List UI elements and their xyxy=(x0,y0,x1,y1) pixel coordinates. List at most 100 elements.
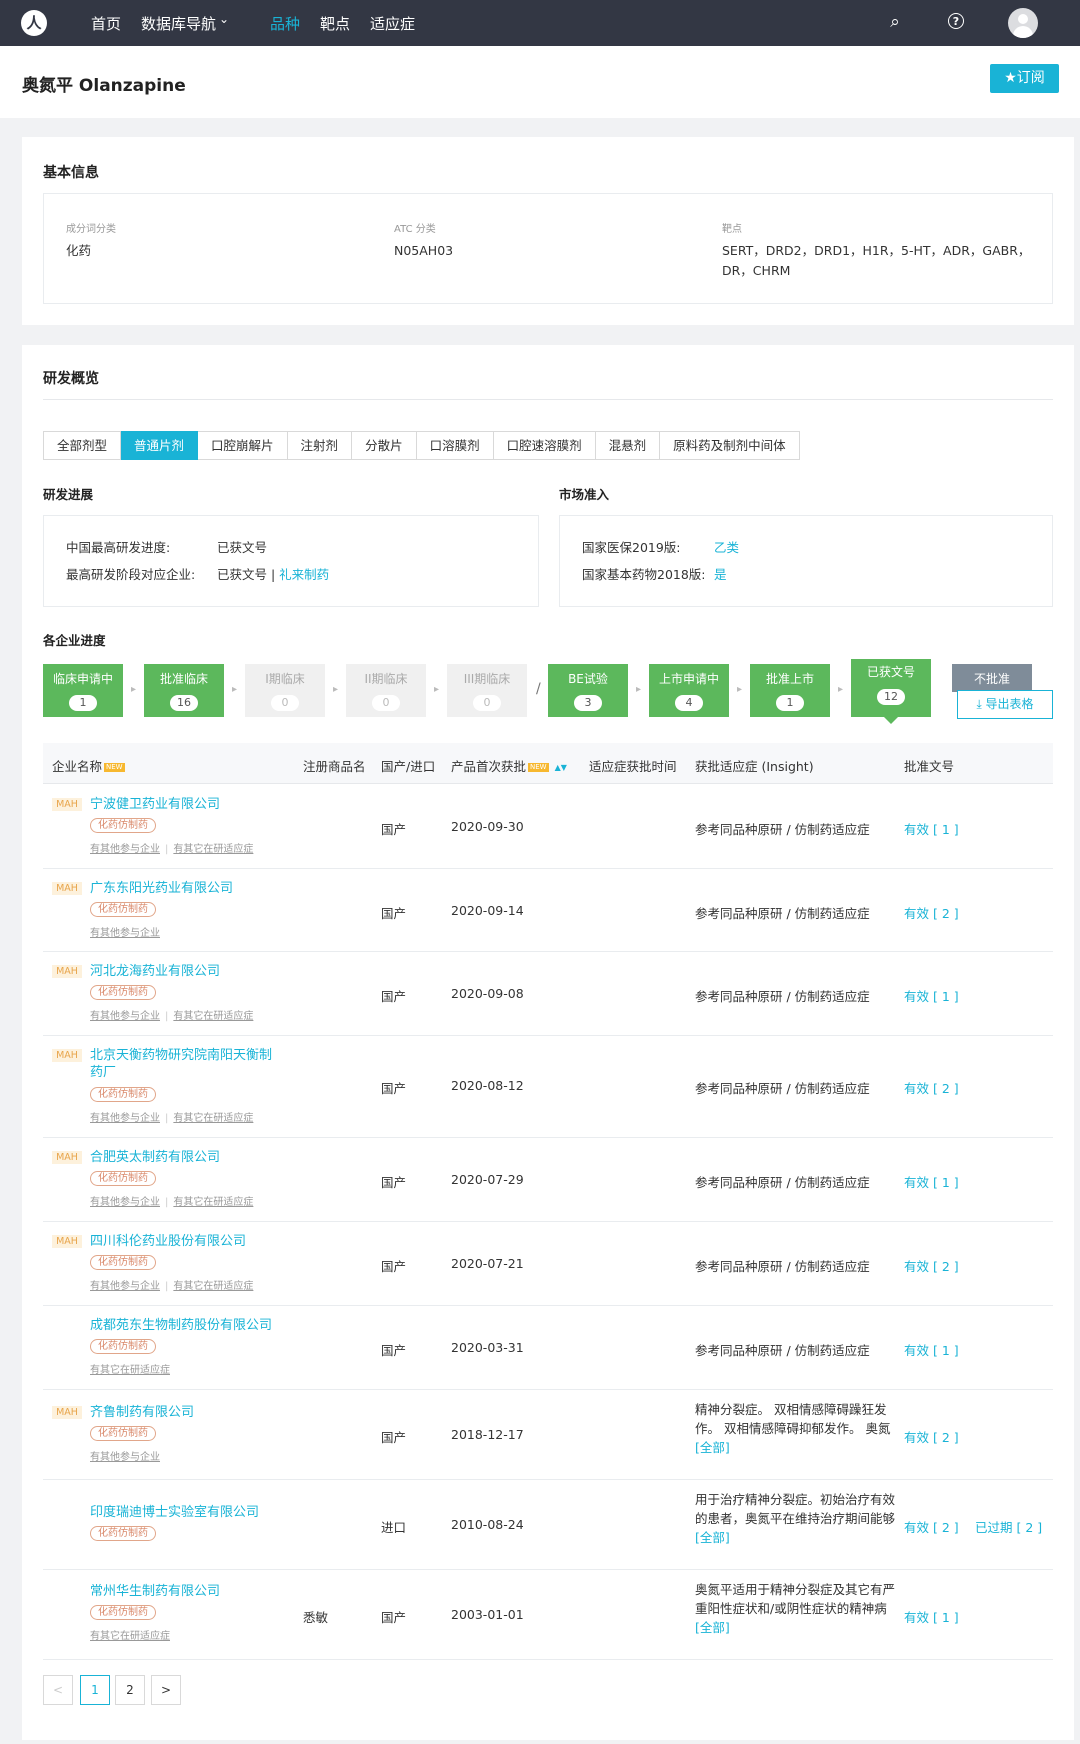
tab-oral-fast-film[interactable]: 口腔速溶膜剂 xyxy=(493,431,596,460)
company-link[interactable]: 宁波健卫药业有限公司 xyxy=(90,796,280,813)
company-link[interactable]: 河北龙海药业有限公司 xyxy=(90,963,280,980)
indication-cell: 用于治疗精神分裂症。初始治疗有效的患者，奥氮平在维持治疗期间能够保持临床症状的改… xyxy=(695,1492,895,1547)
tab-suspension[interactable]: 混悬剂 xyxy=(595,431,661,460)
approval-link[interactable]: 有效 [ 1 ] xyxy=(904,986,959,1005)
company-progress-title: 各企业进度 xyxy=(43,633,106,648)
expired-approval-link[interactable]: 已过期 [ 2 ] xyxy=(975,1517,1042,1536)
page-1-button[interactable]: 1 xyxy=(80,1675,110,1705)
row-sublinks: 有其他参与企业 | 有其它在研适应症 xyxy=(90,1113,254,1124)
company-link[interactable]: 广东东阳光药业有限公司 xyxy=(90,880,280,897)
mah-badge: MAH xyxy=(52,882,82,895)
tab-injection[interactable]: 注射剂 xyxy=(287,431,353,460)
stage-phase-1[interactable]: I期临床 0 xyxy=(245,664,325,717)
basic-info-box: 成分词分类 化药 ATC 分类 N05AH03 靶点 SERT，DRD2，DRD… xyxy=(43,193,1053,304)
mah-badge: MAH xyxy=(52,1151,82,1164)
tab-tablet[interactable]: 普通片剂 xyxy=(121,431,199,460)
search-icon[interactable]: ⌕ xyxy=(886,13,904,31)
show-all-link[interactable]: [全部] xyxy=(695,1618,895,1637)
table-row: 印度瑞迪博士实验室有限公司 化药仿制药 进口 2010-08-24 用于治疗精神… xyxy=(43,1480,1053,1570)
prev-page-button[interactable]: < xyxy=(43,1675,73,1705)
stage-be-trial[interactable]: BE试验 3 xyxy=(548,664,628,717)
approval-link[interactable]: 有效 [ 2 ] xyxy=(904,1517,959,1536)
lilly-link[interactable]: 礼来制药 xyxy=(279,567,329,582)
nav-database[interactable]: 数据库导航 xyxy=(141,13,216,34)
company-link[interactable]: 印度瑞迪博士实验室有限公司 xyxy=(90,1504,280,1521)
rd-progress-title: 研发进展 xyxy=(43,487,94,502)
new-badge: NEW xyxy=(528,763,549,772)
atc-label: ATC 分类 xyxy=(394,224,436,235)
logo-icon[interactable]: 人 xyxy=(21,10,47,36)
approval-link[interactable]: 有效 [ 1 ] xyxy=(904,1607,959,1626)
row-sublinks: 有其他参与企业 | 有其它在研适应症 xyxy=(90,1197,254,1208)
stage-separator: / xyxy=(536,681,541,697)
company-link[interactable]: 齐鲁制药有限公司 xyxy=(90,1404,280,1421)
company-link[interactable]: 合肥英太制药有限公司 xyxy=(90,1149,280,1166)
approval-link[interactable]: 有效 [ 1 ] xyxy=(904,1340,959,1359)
page-title: 奥氮平 Olanzapine xyxy=(22,76,186,96)
tab-oral-film[interactable]: 口溶膜剂 xyxy=(416,431,494,460)
row-sublinks: 有其他参与企业 xyxy=(90,1452,160,1463)
origin-cell: 国产 xyxy=(381,1259,407,1274)
col-first-approval[interactable]: 产品首次获批 NEW ▲▼ xyxy=(451,756,567,775)
company-link[interactable]: 四川科伦药业股份有限公司 xyxy=(90,1233,280,1250)
help-icon[interactable]: ? xyxy=(948,13,964,29)
approval-link[interactable]: 有效 [ 1 ] xyxy=(904,819,959,838)
date-cell: 2018-12-17 xyxy=(451,1427,524,1442)
tab-dispersible[interactable]: 分散片 xyxy=(352,431,417,460)
approval-link[interactable]: 有效 [ 1 ] xyxy=(904,1172,959,1191)
selected-stage-pointer xyxy=(884,717,898,724)
nav-indications[interactable]: 适应症 xyxy=(370,13,415,34)
avatar[interactable] xyxy=(1008,8,1038,38)
approval-link[interactable]: 有效 [ 2 ] xyxy=(904,1427,959,1446)
page-header: 奥氮平 Olanzapine ★订阅 xyxy=(0,46,1080,118)
company-link[interactable]: 常州华生制药有限公司 xyxy=(90,1583,280,1600)
generic-drug-tag: 化药仿制药 xyxy=(90,985,156,1000)
origin-cell: 国产 xyxy=(381,1430,407,1445)
approval-link[interactable]: 有效 [ 2 ] xyxy=(904,1256,959,1275)
highest-progress-label: 中国最高研发进度: xyxy=(66,540,171,555)
col-indication-date: 适应症获批时间 xyxy=(589,759,677,774)
subscribe-button[interactable]: ★订阅 xyxy=(990,64,1059,93)
export-table-button[interactable]: ⤓ 导出表格 xyxy=(957,690,1053,719)
origin-cell: 国产 xyxy=(381,822,407,837)
market-access-box: 国家医保2019版: 乙类 国家基本药物2018版: 是 xyxy=(559,515,1053,607)
origin-cell: 国产 xyxy=(381,1343,407,1358)
origin-cell: 国产 xyxy=(381,1175,407,1190)
ingredient-class-label: 成分词分类 xyxy=(66,224,116,235)
nav-home[interactable]: 首页 xyxy=(91,13,121,34)
stage-approval-number[interactable]: 已获文号 12 xyxy=(851,659,931,717)
approval-link[interactable]: 有效 [ 2 ] xyxy=(904,903,959,922)
tab-all-dosage[interactable]: 全部剂型 xyxy=(43,431,122,460)
insurance-value[interactable]: 乙类 xyxy=(714,538,739,558)
origin-cell: 国产 xyxy=(381,1081,407,1096)
target-value: SERT，DRD2，DRD1，H1R，5-HT，ADR，GABR，DR，CHRM xyxy=(722,243,1031,278)
top-nav: 人 首页 数据库导航 ⌄ 品种 靶点 适应症 ⌕ ? xyxy=(0,0,1080,46)
nav-varieties[interactable]: 品种 xyxy=(270,13,300,34)
stage-rejected[interactable]: 不批准 xyxy=(952,664,1032,692)
highest-stage-company-label: 最高研发阶段对应企业: xyxy=(66,567,196,582)
page-2-button[interactable]: 2 xyxy=(115,1675,145,1705)
next-page-button[interactable]: > xyxy=(151,1675,181,1705)
tab-odt[interactable]: 口腔崩解片 xyxy=(198,431,288,460)
stage-phase-2[interactable]: II期临床 0 xyxy=(346,664,426,717)
essential-drug-value[interactable]: 是 xyxy=(714,565,727,585)
date-cell: 2003-01-01 xyxy=(451,1607,524,1622)
indication-cell: 参考同品种原研 / 仿制药适应症 xyxy=(695,1175,870,1190)
stage-marketing-application[interactable]: 上市申请中 4 xyxy=(649,664,729,717)
stage-phase-3[interactable]: III期临床 0 xyxy=(447,664,527,717)
col-company[interactable]: 企业名称 NEW xyxy=(52,756,125,775)
show-all-link[interactable]: [全部] xyxy=(695,1438,895,1457)
company-link[interactable]: 北京天衡药物研究院南阳天衡制药厂 xyxy=(90,1047,280,1081)
stage-clinical-application[interactable]: 临床申请中 1 xyxy=(43,664,123,717)
show-all-link[interactable]: [全部] xyxy=(695,1528,895,1547)
row-sublinks: 有其他参与企业 | 有其它在研适应症 xyxy=(90,1281,254,1292)
tab-api[interactable]: 原料药及制剂中间体 xyxy=(660,431,800,460)
approval-link[interactable]: 有效 [ 2 ] xyxy=(904,1078,959,1097)
stage-marketing-approved[interactable]: 批准上市 1 xyxy=(750,664,830,717)
nav-targets[interactable]: 靶点 xyxy=(320,13,350,34)
company-link[interactable]: 成都苑东生物制药股份有限公司 xyxy=(90,1317,280,1334)
sort-icon: ▲▼ xyxy=(554,763,567,772)
arrow-icon: ▸ xyxy=(737,684,743,695)
mah-badge: MAH xyxy=(52,965,82,978)
stage-clinical-approved[interactable]: 批准临床 16 xyxy=(144,664,224,717)
